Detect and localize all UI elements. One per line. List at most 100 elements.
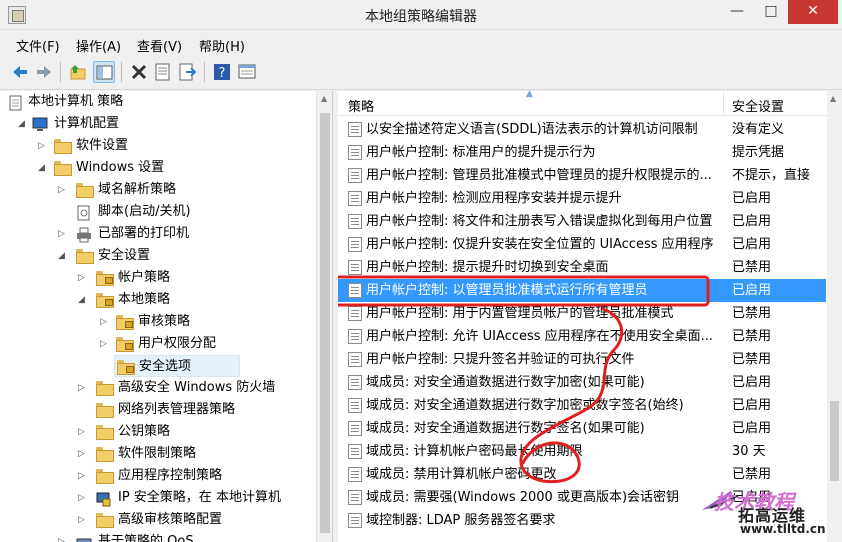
view-icon[interactable] (236, 61, 258, 83)
scroll-up-arrow-icon[interactable]: ▲ (321, 94, 327, 103)
collapse-arrow-icon[interactable]: ◢ (78, 289, 88, 311)
show-hide-tree-icon[interactable] (93, 61, 115, 83)
expand-arrow-icon[interactable]: ▷ (78, 465, 88, 487)
qos-icon (76, 535, 92, 542)
collapse-arrow-icon[interactable]: ◢ (38, 157, 48, 179)
list-scroll-thumb[interactable] (830, 401, 839, 481)
table-row[interactable]: 用户帐户控制: 仅提升安装在安全位置的 UIAccess 应用程序 已启用 (338, 233, 826, 256)
table-row[interactable]: 域成员: 禁用计算机帐户密码更改 已禁用 (338, 463, 826, 486)
expand-arrow-icon[interactable]: ▷ (100, 311, 110, 333)
scroll-up-arrow-icon[interactable]: ▲ (830, 94, 836, 103)
expand-arrow-icon[interactable]: ▷ (58, 179, 68, 201)
menu-view[interactable]: 查看(V) (137, 36, 182, 55)
menu-file[interactable]: 文件(F) (16, 36, 60, 55)
expand-arrow-icon[interactable]: ▷ (78, 487, 88, 509)
tree-label: 软件限制策略 (118, 446, 197, 461)
export-icon[interactable] (176, 61, 198, 83)
security-setting-value: 已禁用 (732, 467, 772, 482)
lock-icon (105, 277, 113, 284)
tree-scroll-thumb[interactable] (320, 113, 330, 533)
tree-label: 高级审核策略配置 (118, 512, 223, 527)
expand-arrow-icon[interactable]: ▷ (58, 223, 68, 245)
list-scrollbar[interactable]: ▲ (827, 91, 842, 542)
tree-scrollbar[interactable]: ▲ (316, 91, 332, 542)
back-icon[interactable] (9, 61, 31, 83)
security-setting-value: 已启用 (732, 375, 772, 390)
column-header-policy[interactable]: 策略 (348, 96, 374, 115)
table-row[interactable]: 用户帐户控制: 允许 UIAccess 应用程序在不使用安全桌面... 已禁用 (338, 325, 826, 348)
lock-icon (105, 299, 113, 306)
policy-name: 用户帐户控制: 以管理员批准模式运行所有管理员 (366, 283, 648, 298)
folder-icon (116, 315, 134, 330)
table-row[interactable]: 用户帐户控制: 标准用户的提升提示行为 提示凭据 (338, 141, 826, 164)
security-setting-value: 没有定义 (732, 122, 785, 137)
tree-item-security-options[interactable]: 安全选项 (114, 355, 240, 377)
minimize-button[interactable]: — (720, 0, 754, 24)
security-setting-value: 已启用 (732, 283, 772, 298)
policy-setting-icon (348, 191, 362, 206)
table-row[interactable]: 用户帐户控制: 提示提升时切换到安全桌面 已禁用 (338, 256, 826, 279)
properties-icon[interactable] (152, 61, 174, 83)
help-icon[interactable]: ? (211, 61, 233, 83)
policy-name: 域成员: 对安全通道数据进行数字签名(如果可能) (366, 421, 645, 436)
security-setting-value: 提示凭据 (732, 145, 785, 160)
menu-action[interactable]: 操作(A) (76, 36, 121, 55)
table-row[interactable]: 用户帐户控制: 用于内置管理员帐户的管理员批准模式 已禁用 (338, 302, 826, 325)
table-row[interactable]: 域成员: 对安全通道数据进行数字加密或数字签名(始终) 已启用 (338, 394, 826, 417)
expand-arrow-icon[interactable]: ▷ (78, 267, 88, 289)
toolbar-separator (121, 62, 122, 82)
policy-setting-icon (348, 168, 362, 183)
printer-icon (76, 227, 92, 243)
table-row[interactable]: 以安全描述符定义语言(SDDL)语法表示的计算机访问限制 没有定义 (338, 118, 826, 141)
svg-text:?: ? (219, 66, 226, 81)
table-row[interactable]: 域成员: 对安全通道数据进行数字加密(如果可能) 已启用 (338, 371, 826, 394)
table-row[interactable]: 用户帐户控制: 只提升签名并验证的可执行文件 已禁用 (338, 348, 826, 371)
tree-label: 安全设置 (98, 248, 151, 263)
security-setting-value: 已禁用 (732, 260, 772, 275)
tree-label: 高级安全 Windows 防火墙 (118, 380, 276, 395)
expand-arrow-icon[interactable]: ▷ (78, 377, 88, 399)
column-divider[interactable] (723, 91, 724, 116)
folder-icon (76, 249, 94, 264)
table-row[interactable]: 用户帐户控制: 管理员批准模式中管理员的提升权限提示的... 不提示，直接 (338, 164, 826, 187)
up-folder-icon[interactable] (67, 61, 89, 83)
delete-icon[interactable] (128, 61, 150, 83)
table-row-selected[interactable]: 用户帐户控制: 以管理员批准模式运行所有管理员 已启用 (338, 279, 826, 302)
policy-name: 用户帐户控制: 将文件和注册表写入错误虚拟化到每用户位置 (366, 214, 713, 229)
expand-arrow-icon[interactable]: ▷ (38, 135, 48, 157)
table-row[interactable]: 用户帐户控制: 检测应用程序安装并提示提升 已启用 (338, 187, 826, 210)
title-bar: 本地组策略编辑器 — □ ✕ (0, 0, 842, 30)
security-setting-value: 已禁用 (732, 352, 772, 367)
close-button[interactable]: ✕ (788, 0, 838, 24)
folder-icon (96, 403, 114, 418)
expand-arrow-icon[interactable]: ▷ (78, 421, 88, 443)
policy-list-pane: ▲ 策略 安全设置 以安全描述符定义语言(SDDL)语法表示的计算机访问限制 没有… (338, 89, 842, 542)
collapse-arrow-icon[interactable]: ◢ (18, 113, 28, 135)
ip-security-icon (96, 491, 112, 507)
tree-label: 用户权限分配 (138, 336, 217, 351)
table-row[interactable]: 用户帐户控制: 将文件和注册表写入错误虚拟化到每用户位置 已启用 (338, 210, 826, 233)
security-setting-value: 已禁用 (732, 306, 772, 321)
table-row[interactable]: 域成员: 计算机帐户密码最长使用期限 30 天 (338, 440, 826, 463)
expand-arrow-icon[interactable]: ▷ (78, 509, 88, 531)
security-setting-value: 已启用 (732, 237, 772, 252)
expand-arrow-icon[interactable]: ▷ (78, 443, 88, 465)
column-header-setting[interactable]: 安全设置 (732, 96, 784, 115)
maximize-button[interactable]: □ (754, 0, 788, 24)
forward-icon[interactable] (33, 61, 55, 83)
menu-bar: 文件(F) 操作(A) 查看(V) 帮助(H) (0, 32, 842, 56)
expand-arrow-icon[interactable]: ▷ (58, 531, 68, 542)
menu-help[interactable]: 帮助(H) (199, 36, 245, 55)
watermark-logo: 技术教程 拓高运维 www.tlltd.cn (700, 484, 842, 542)
collapse-arrow-icon[interactable]: ◢ (58, 245, 68, 267)
table-row[interactable]: 域成员: 对安全通道数据进行数字签名(如果可能) 已启用 (338, 417, 826, 440)
security-setting-value: 已启用 (732, 421, 772, 436)
folder-icon (54, 161, 72, 176)
tree-label: 应用程序控制策略 (118, 468, 223, 483)
tree-label: 计算机配置 (54, 116, 120, 131)
policy-setting-icon (348, 490, 362, 505)
security-setting-value: 已启用 (732, 214, 772, 229)
tree-label: 脚本(启动/关机) (98, 204, 191, 219)
expand-arrow-icon[interactable]: ▷ (100, 333, 110, 355)
folder-icon (117, 360, 135, 375)
